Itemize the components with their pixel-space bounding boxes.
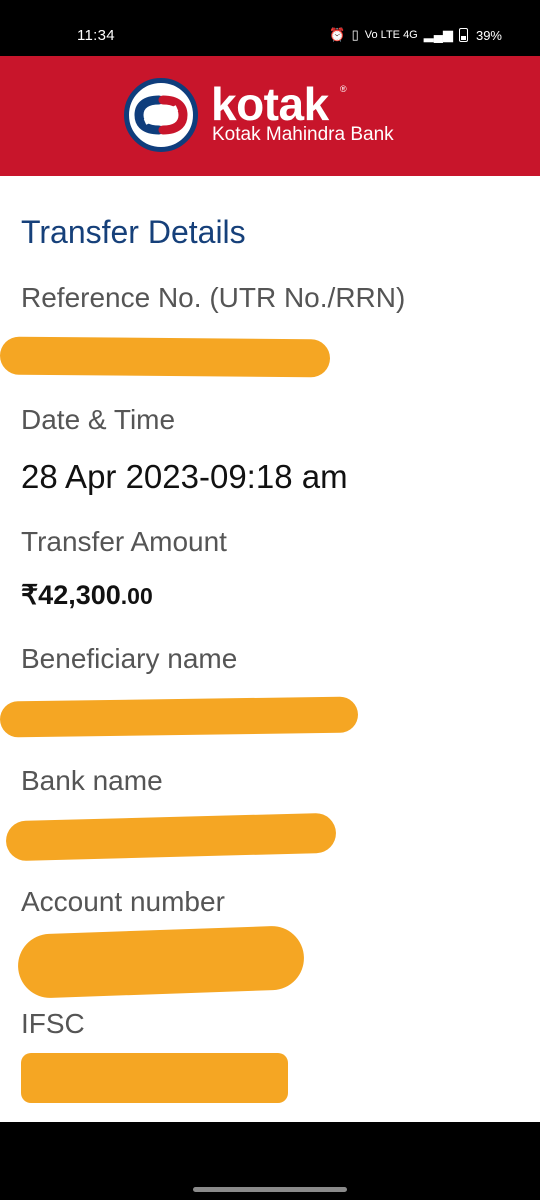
amount-decimal: .00 xyxy=(120,583,153,609)
battery-icon xyxy=(458,28,468,42)
status-icons: ⏰ ▯ Vo LTE 4G ▂▄▆ 39% xyxy=(329,27,502,43)
amount-main: ₹42,300 xyxy=(21,580,121,610)
bank-redaction xyxy=(5,812,337,862)
account-redaction xyxy=(16,925,306,999)
amount-value: ₹42,300.00 xyxy=(21,580,153,611)
vibrate-icon: ▯ xyxy=(351,27,359,42)
ifsc-label: IFSC xyxy=(21,1008,85,1039)
home-indicator[interactable] xyxy=(193,1187,347,1192)
datetime-label: Date & Time xyxy=(21,404,176,435)
alarm-icon: ⏰ xyxy=(329,27,346,42)
brand-subtitle: Kotak Mahindra Bank xyxy=(212,124,394,145)
beneficiary-label: Beneficiary name xyxy=(21,643,238,674)
section-title: Transfer Details xyxy=(21,214,246,250)
transfer-details-card: Transfer Details Reference No. (UTR No./… xyxy=(0,176,540,1122)
ifsc-redaction xyxy=(21,1053,288,1103)
reference-redaction xyxy=(0,336,331,378)
reference-label: Reference No. (UTR No./RRN) xyxy=(21,282,406,313)
beneficiary-redaction xyxy=(0,696,359,738)
registered-mark: ® xyxy=(340,84,347,94)
bank-label: Bank name xyxy=(21,765,163,796)
battery-percent: 39% xyxy=(475,27,502,43)
signal-icon: ▂▄▆ xyxy=(423,27,453,42)
kotak-logo-icon xyxy=(124,78,198,152)
status-time: 11:34 xyxy=(77,27,115,44)
datetime-value: 28 Apr 2023-09:18 am xyxy=(21,458,348,495)
status-bar: 11:34 ⏰ ▯ Vo LTE 4G ▂▄▆ 39% xyxy=(0,0,540,56)
brand-name: kotak xyxy=(211,78,329,130)
amount-label: Transfer Amount xyxy=(21,526,227,557)
network-label: Vo LTE 4G xyxy=(364,29,418,41)
account-label: Account number xyxy=(21,886,225,917)
